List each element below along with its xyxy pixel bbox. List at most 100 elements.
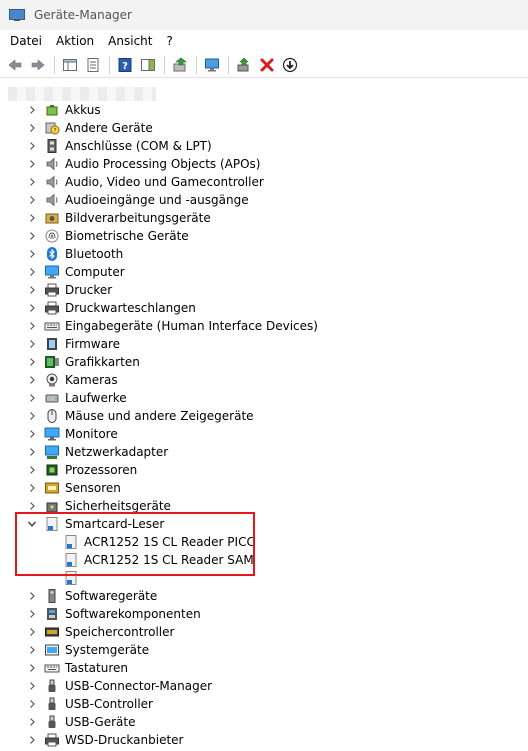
chevron-right-icon[interactable] (27, 641, 37, 659)
chevron-right-icon[interactable] (27, 155, 37, 173)
chevron-right-icon[interactable] (27, 605, 37, 623)
menu-aktion[interactable]: Aktion (49, 34, 101, 48)
usb-icon (44, 696, 60, 712)
uninstall-button[interactable] (256, 54, 278, 76)
category-label: Eingabegeräte (Human Interface Devices) (65, 319, 318, 333)
chevron-right-icon[interactable] (27, 191, 37, 209)
category-label: Akkus (65, 103, 101, 117)
category-audioeingange-und-ausgange[interactable]: Audioeingänge und -ausgänge (0, 191, 528, 209)
chevron-right-icon[interactable] (27, 299, 37, 317)
category-systemgerate[interactable]: Systemgeräte (0, 641, 528, 659)
category-andere-gerate[interactable]: ? Andere Geräte (0, 119, 528, 137)
chevron-right-icon[interactable] (27, 263, 37, 281)
category-bildverarbeitungsgerate[interactable]: Bildverarbeitungsgeräte (0, 209, 528, 227)
add-driver-button[interactable] (233, 54, 255, 76)
category-biometrische-gerate[interactable]: Biometrische Geräte (0, 227, 528, 245)
category-label: Grafikkarten (65, 355, 140, 369)
arrow-right-icon (31, 58, 45, 71)
chevron-right-icon[interactable] (27, 587, 37, 605)
category-monitore[interactable]: Monitore (0, 425, 528, 443)
forward-button[interactable] (27, 54, 49, 76)
disable-arrow-down-icon (282, 57, 298, 72)
menu-bar: Datei Aktion Ansicht ? (0, 30, 528, 51)
chevron-right-icon[interactable] (27, 659, 37, 677)
chevron-right-icon[interactable] (27, 335, 37, 353)
properties-button[interactable] (82, 54, 104, 76)
category-label: Computer (65, 265, 125, 279)
category-usb-controller[interactable]: USB-Controller (0, 695, 528, 713)
chevron-right-icon[interactable] (27, 389, 37, 407)
category-sensoren[interactable]: Sensoren (0, 479, 528, 497)
help-button[interactable]: ? (114, 54, 136, 76)
chevron-right-icon[interactable] (27, 713, 37, 731)
category-label: Anschlüsse (COM & LPT) (65, 139, 212, 153)
chevron-right-icon[interactable] (27, 731, 37, 749)
storage-controller-icon (44, 624, 60, 640)
category-drucker[interactable]: Drucker (0, 281, 528, 299)
chevron-right-icon[interactable] (27, 443, 37, 461)
category-laufwerke[interactable]: Laufwerke (0, 389, 528, 407)
category-mause-und-andere-zeigegerate[interactable]: Mäuse und andere Zeigegeräte (0, 407, 528, 425)
chevron-right-icon[interactable] (27, 119, 37, 137)
show-hide-console-tree-button[interactable] (59, 54, 81, 76)
chevron-right-icon[interactable] (27, 479, 37, 497)
category-audio-video-und-gamecontroller[interactable]: Audio, Video und Gamecontroller (0, 173, 528, 191)
category-computer[interactable]: Computer (0, 263, 528, 281)
printer-icon (44, 732, 60, 748)
action-pane-button[interactable] (137, 54, 159, 76)
network-icon (44, 444, 60, 460)
computer-name-redacted[interactable] (8, 87, 156, 101)
update-driver-button[interactable] (169, 54, 191, 76)
chevron-right-icon[interactable] (27, 677, 37, 695)
chevron-right-icon[interactable] (27, 209, 37, 227)
category-audio-processing-objects-apos[interactable]: Audio Processing Objects (APOs) (0, 155, 528, 173)
category-softwarekomponenten[interactable]: Softwarekomponenten (0, 605, 528, 623)
chevron-right-icon[interactable] (27, 623, 37, 641)
category-druckwarteschlangen[interactable]: Druckwarteschlangen (0, 299, 528, 317)
category-wsd-druckanbieter[interactable]: WSD-Druckanbieter (0, 731, 528, 749)
category-label: Mäuse und andere Zeigegeräte (65, 409, 254, 423)
category-label: Monitore (65, 427, 118, 441)
window-title: Geräte-Manager (34, 8, 132, 22)
menu-ansicht[interactable]: Ansicht (101, 34, 159, 48)
scan-hardware-button[interactable] (201, 54, 223, 76)
category-label: Netzwerkadapter (65, 445, 169, 459)
speaker-icon (44, 192, 60, 208)
category-label: Audioeingänge und -ausgänge (65, 193, 249, 207)
category-bluetooth[interactable]: Bluetooth (0, 245, 528, 263)
category-kameras[interactable]: Kameras (0, 371, 528, 389)
category-label: USB-Controller (65, 697, 153, 711)
chevron-right-icon[interactable] (27, 137, 37, 155)
chevron-right-icon[interactable] (27, 425, 37, 443)
menu-help[interactable]: ? (159, 34, 179, 48)
chevron-right-icon[interactable] (27, 695, 37, 713)
category-akkus[interactable]: Akkus (0, 101, 528, 119)
category-label: Speichercontroller (65, 625, 175, 639)
category-tastaturen[interactable]: Tastaturen (0, 659, 528, 677)
back-button[interactable] (4, 54, 26, 76)
chevron-right-icon[interactable] (27, 371, 37, 389)
chevron-right-icon[interactable] (27, 281, 37, 299)
category-firmware[interactable]: Firmware (0, 335, 528, 353)
chevron-right-icon[interactable] (27, 173, 37, 191)
chevron-right-icon[interactable] (27, 461, 37, 479)
category-label: Laufwerke (65, 391, 127, 405)
category-usb-connector-manager[interactable]: USB-Connector-Manager (0, 677, 528, 695)
category-eingabegerate-human-interface-devices[interactable]: Eingabegeräte (Human Interface Devices) (0, 317, 528, 335)
category-usb-gerate[interactable]: USB-Geräte (0, 713, 528, 731)
chevron-right-icon[interactable] (27, 245, 37, 263)
chevron-right-icon[interactable] (27, 317, 37, 335)
category-prozessoren[interactable]: Prozessoren (0, 461, 528, 479)
disable-device-button[interactable] (279, 54, 301, 76)
chevron-right-icon[interactable] (27, 227, 37, 245)
chevron-right-icon[interactable] (27, 407, 37, 425)
category-softwaregerate[interactable]: Softwaregeräte (0, 587, 528, 605)
category-netzwerkadapter[interactable]: Netzwerkadapter (0, 443, 528, 461)
menu-datei[interactable]: Datei (0, 34, 49, 48)
category-anschlusse-com-lpt[interactable]: Anschlüsse (COM & LPT) (0, 137, 528, 155)
chevron-right-icon[interactable] (27, 101, 37, 119)
category-grafikkarten[interactable]: Grafikkarten (0, 353, 528, 371)
category-speichercontroller[interactable]: Speichercontroller (0, 623, 528, 641)
chevron-right-icon[interactable] (27, 353, 37, 371)
category-label: Audio, Video und Gamecontroller (65, 175, 264, 189)
